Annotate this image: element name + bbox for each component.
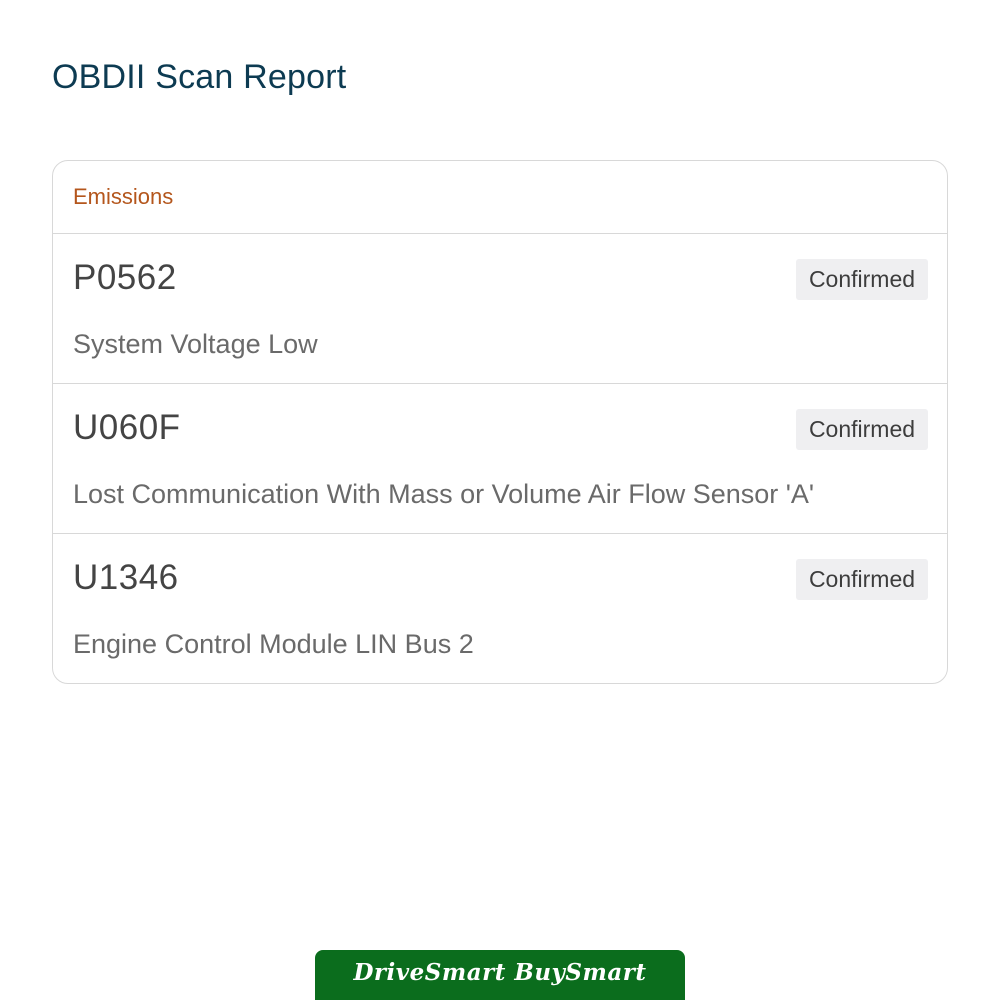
dtc-description: Engine Control Module LIN Bus 2 [73,629,474,659]
footer-brand-banner[interactable]: DriveSmart BuySmart [315,950,685,1000]
status-badge: Confirmed [796,259,928,300]
brand-logo-text: DriveSmart BuySmart [353,959,647,986]
dtc-row: U060F Confirmed Lost Communication With … [53,384,947,534]
status-badge: Confirmed [796,409,928,450]
page-title: OBDII Scan Report [52,58,347,96]
dtc-description: Lost Communication With Mass or Volume A… [73,479,815,509]
dtc-description: System Voltage Low [73,329,318,359]
category-header: Emissions [53,161,947,234]
page: OBDII Scan Report Emissions P0562 Confir… [0,0,1000,1000]
status-badge: Confirmed [796,559,928,600]
dtc-row: U1346 Confirmed Engine Control Module LI… [53,534,947,683]
dtc-card: Emissions P0562 Confirmed System Voltage… [52,160,948,684]
dtc-row: P0562 Confirmed System Voltage Low [53,234,947,384]
category-label: Emissions [73,184,174,209]
dtc-code: U060F [73,408,181,447]
dtc-code: P0562 [73,258,177,297]
dtc-code: U1346 [73,558,179,597]
